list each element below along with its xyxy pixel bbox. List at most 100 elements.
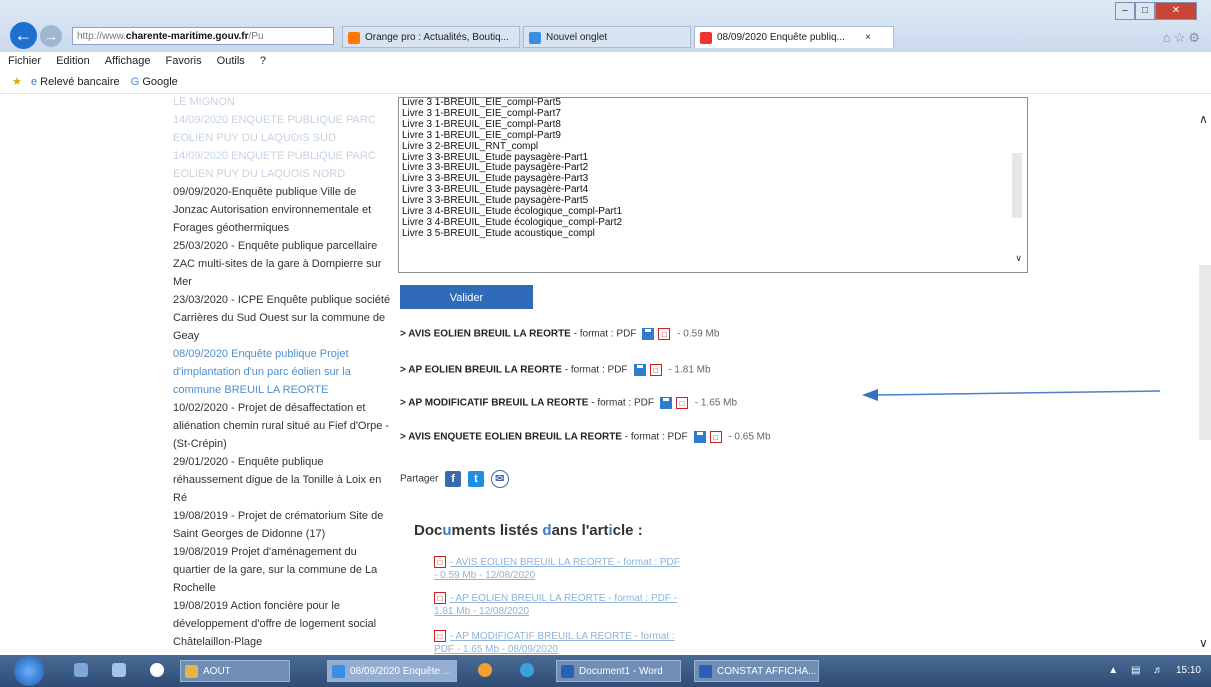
taskbar-item-word[interactable]: Document1 - Word — [556, 660, 681, 682]
title-part: ans l'art — [551, 522, 609, 539]
browser-icon[interactable] — [150, 663, 164, 677]
clock: 15:10 — [1175, 665, 1201, 676]
document-row: > AP EOLIEN BREUIL LA REORTE - format : … — [400, 364, 711, 376]
taskbar-item-aout[interactable]: AOUT — [180, 660, 290, 682]
app-icon[interactable] — [520, 663, 534, 677]
menu-bar: Fichier Edition Affichage Favoris Outils… — [0, 52, 1211, 71]
menu-favorites[interactable]: Favoris — [166, 55, 202, 67]
browser-tab-new[interactable]: Nouvel onglet — [523, 26, 691, 48]
address-suffix: /Pu — [248, 31, 264, 42]
page-scroll-down-icon[interactable]: ∨ — [1199, 636, 1208, 650]
nav-link[interactable]: 14/09/2020 ENQUETE PUBLIQUE PARC EOLIEN … — [173, 147, 393, 183]
taskbar-item-ie[interactable]: 08/09/2020 Enquête ... — [327, 660, 457, 682]
menu-tools[interactable]: Outils — [217, 55, 245, 67]
nav-link[interactable]: 10/02/2020 - Projet de désaffectation et… — [173, 399, 393, 453]
nav-link[interactable]: 29/01/2020 - Enquête publique réhausseme… — [173, 453, 393, 507]
twitter-icon[interactable]: t — [467, 471, 484, 487]
nav-link[interactable]: 08/09/2020 Enquête publique Projet d'imp… — [173, 345, 393, 399]
left-arrow-annotation — [862, 389, 1161, 401]
listbox-option[interactable]: Livre 3 5-BREUIL_Etude acoustique_compl — [399, 228, 1027, 240]
document-link[interactable]: > AP MODIFICATIF BREUIL LA REORTE — [400, 398, 588, 409]
save-disk-icon[interactable] — [642, 328, 655, 340]
title-part: cle : — [612, 522, 643, 539]
title-part: Doc — [414, 522, 443, 539]
pdf-icon[interactable]: □ — [649, 364, 662, 376]
listed-document-label: - AP MODIFICATIF BREUIL LA REORTE - form… — [434, 631, 675, 655]
explorer-icon[interactable] — [112, 663, 126, 677]
taskbar-label: AOUT — [203, 666, 231, 677]
save-disk-icon[interactable] — [633, 364, 646, 376]
page-scroll-thumb[interactable] — [1199, 265, 1211, 440]
favorites-star-icon[interactable]: ★ — [12, 76, 22, 88]
document-format: - format : PDF — [621, 431, 688, 443]
settings-gear-icon[interactable]: ⚙ — [1188, 30, 1203, 45]
address-domain: charente-maritime.gouv.fr — [125, 31, 249, 42]
document-listbox[interactable]: Livre 3 1-BREUIL_EIE_compl-Part5 Livre 3 … — [398, 97, 1028, 273]
nav-link[interactable]: 19/08/2019 - Projet de crématorium Site … — [173, 507, 393, 543]
favorites-star-icon[interactable]: ☆ — [1174, 30, 1189, 45]
validate-button[interactable]: Valider — [400, 285, 533, 309]
nav-link[interactable]: LE MIGNON — [173, 93, 393, 111]
ie-page-icon: e — [30, 76, 38, 88]
volume-icon[interactable]: ♬ — [1153, 665, 1163, 676]
media-player-icon[interactable] — [478, 663, 492, 677]
listed-document-link[interactable]: □ - AP EOLIEN BREUIL LA REORTE - format :… — [434, 592, 684, 618]
back-arrow-icon[interactable]: ← — [10, 22, 37, 49]
tab-label: 08/09/2020 Enquête publiq... — [717, 32, 845, 43]
menu-edit[interactable]: Edition — [56, 55, 90, 67]
address-bar[interactable]: http://www.charente-maritime.gouv.fr/Pu — [72, 27, 334, 45]
nav-link[interactable]: 23/03/2020 - ICPE Enquête publique socié… — [173, 291, 393, 345]
tray-up-icon[interactable]: ▲ — [1108, 665, 1118, 676]
orange-logo-icon — [348, 32, 360, 44]
listed-document-label: - AVIS EOLIEN BREUIL LA REORTE - format … — [434, 557, 680, 581]
pdf-icon[interactable]: □ — [709, 431, 722, 443]
pdf-icon: □ — [434, 630, 446, 643]
taskbar-item-constat[interactable]: CONSTAT AFFICHA... — [694, 660, 819, 682]
menu-file[interactable]: Fichier — [8, 55, 41, 67]
desktop-icon[interactable] — [74, 663, 88, 677]
document-row: > AP MODIFICATIF BREUIL LA REORTE - form… — [400, 397, 737, 409]
email-icon[interactable]: ✉ — [490, 470, 509, 488]
listed-document-link[interactable]: □ - AVIS EOLIEN BREUIL LA REORTE - format… — [434, 556, 684, 582]
menu-help[interactable]: ? — [260, 55, 266, 67]
fav-releve-bancaire[interactable]: Relevé bancaire — [40, 76, 120, 88]
pdf-icon[interactable]: □ — [658, 328, 671, 340]
listed-document-link[interactable]: □ - AP MODIFICATIF BREUIL LA REORTE - for… — [434, 630, 684, 656]
network-icon[interactable]: ▤ — [1131, 665, 1140, 676]
share-row: Partager f t ✉ — [400, 470, 509, 488]
nav-link[interactable]: 09/09/2020-Enquête publique Ville de Jon… — [173, 183, 393, 237]
browser-tab-active[interactable]: 08/09/2020 Enquête publiq... × — [694, 26, 894, 48]
listbox-scroll-thumb[interactable] — [1012, 153, 1022, 218]
nav-link[interactable]: 19/08/2019 Action foncière pour le dével… — [173, 597, 393, 651]
window-controls: – □ ✕ — [1115, 2, 1203, 20]
save-disk-icon[interactable] — [660, 397, 672, 409]
title-part: d — [542, 522, 552, 539]
listbox-options: Livre 3 1-BREUIL_EIE_compl-Part5 Livre 3 … — [399, 98, 1027, 240]
tab-close-icon[interactable]: × — [865, 27, 871, 48]
nav-link[interactable]: 25/03/2020 - Enquête publique parcellair… — [173, 237, 393, 291]
nav-link[interactable]: 19/08/2019 Projet d'aménagement du quart… — [173, 543, 393, 597]
document-link[interactable]: > AP EOLIEN BREUIL LA REORTE — [400, 365, 562, 376]
document-size: - 1.81 Mb — [665, 364, 711, 376]
save-disk-icon[interactable] — [693, 431, 706, 443]
page-scroll-up-icon[interactable]: ∧ — [1199, 112, 1208, 126]
start-button[interactable] — [14, 656, 44, 686]
minimize-icon[interactable]: – — [1115, 2, 1135, 20]
listbox-option[interactable]: Livre 3 1-BREUIL_EIE_compl-Part9 — [399, 130, 1027, 142]
chevron-down-icon[interactable]: ∨ — [1015, 253, 1022, 264]
listbox-scrollbar[interactable]: ∨ — [1011, 98, 1025, 272]
home-icon[interactable]: ⌂ — [1163, 30, 1174, 45]
fav-google[interactable]: Google — [142, 76, 177, 88]
browser-titlebar: ← → http://www.charente-maritime.gouv.fr… — [0, 0, 1211, 52]
menu-view[interactable]: Affichage — [105, 55, 151, 67]
maximize-icon[interactable]: □ — [1135, 2, 1155, 20]
close-window-icon[interactable]: ✕ — [1155, 2, 1197, 20]
facebook-icon[interactable]: f — [445, 471, 462, 487]
browser-tab-orange[interactable]: Orange pro : Actualités, Boutiq... — [342, 26, 520, 48]
pdf-icon[interactable]: □ — [676, 397, 688, 409]
listbox-option[interactable]: Livre 3 2-BREUIL_RNT_compl — [399, 141, 1027, 153]
forward-arrow-icon[interactable]: → — [40, 25, 62, 47]
nav-link[interactable]: 14/09/2020 ENQUETE PUBLIQUE PARC EOLIEN … — [173, 111, 393, 147]
document-link[interactable]: > AVIS EOLIEN BREUIL LA REORTE — [400, 329, 571, 340]
document-link[interactable]: > AVIS ENQUETE EOLIEN BREUIL LA REORTE — [400, 432, 622, 443]
